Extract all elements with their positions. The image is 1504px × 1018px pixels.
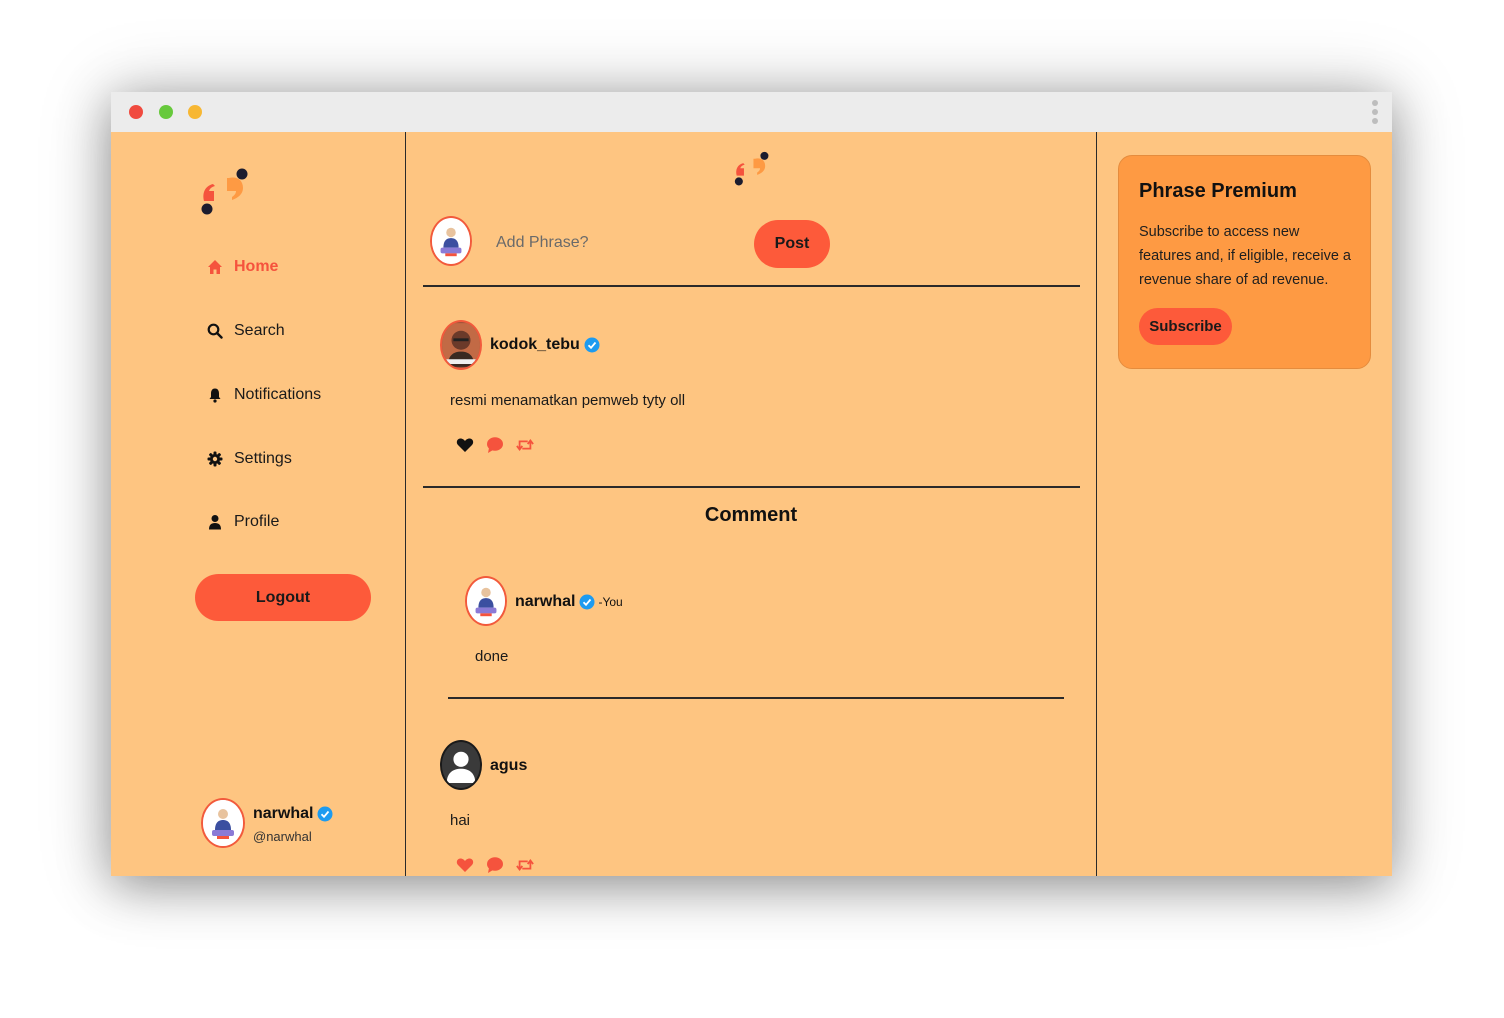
close-window-button[interactable]	[129, 105, 143, 119]
bell-icon	[207, 387, 223, 403]
like-heart-icon[interactable]	[456, 856, 474, 874]
post-text: resmi menamatkan pemweb tyty oll	[450, 392, 686, 409]
compose-avatar	[430, 216, 472, 266]
comment-bubble-icon[interactable]	[486, 856, 504, 874]
user-icon	[207, 514, 223, 530]
add-phrase-input[interactable]	[494, 220, 738, 266]
nav-home-label: Home	[234, 258, 279, 275]
comment-text: done	[475, 648, 509, 665]
you-tag: -You	[598, 595, 623, 609]
post-author-avatar[interactable]	[440, 320, 482, 370]
post-author-name[interactable]: kodok_tebu	[490, 336, 600, 354]
premium-description: Subscribe to access new features and, if…	[1139, 224, 1351, 288]
comment-text: hai	[450, 812, 471, 829]
post-actions	[456, 436, 546, 454]
divider	[423, 285, 1080, 287]
maximize-window-button[interactable]	[159, 105, 173, 119]
premium-card: Phrase Premium Subscribe to access new f…	[1118, 155, 1371, 369]
verified-badge-icon	[317, 806, 333, 822]
current-user-name[interactable]: narwhal	[253, 805, 333, 823]
nav-notifications[interactable]: Notifications	[207, 386, 321, 404]
comment-author-name[interactable]: agus	[490, 757, 527, 775]
nav-notifications-label: Notifications	[234, 386, 322, 403]
comment-author-name[interactable]: narwhal -You	[515, 593, 623, 611]
current-user-avatar[interactable]	[201, 798, 245, 848]
phrase-logo-icon[interactable]	[733, 150, 771, 188]
post-author-name-text: kodok_tebu	[490, 336, 580, 353]
comment-author-name-text: narwhal	[515, 593, 576, 610]
nav-settings-label: Settings	[234, 450, 292, 467]
verified-badge-icon	[579, 594, 595, 610]
right-panel: Phrase Premium Subscribe to access new f…	[1097, 132, 1392, 876]
main-feed: Post kodok_tebu resmi menamatkan pemweb …	[406, 132, 1097, 876]
minimize-window-button[interactable]	[188, 105, 202, 119]
retweet-icon[interactable]	[516, 856, 534, 874]
phrase-logo-icon[interactable]	[199, 166, 251, 218]
post-button[interactable]: Post	[754, 220, 830, 268]
comment-author-avatar[interactable]	[440, 740, 482, 790]
sidebar: Home Search Notifications Settings Profi…	[111, 132, 406, 876]
logout-button[interactable]: Logout	[195, 574, 371, 621]
current-user-name-text: narwhal	[253, 805, 314, 822]
comment-heading: Comment	[704, 504, 798, 526]
comment-author-avatar[interactable]	[465, 576, 507, 626]
comment-author-name-text: agus	[490, 757, 528, 774]
home-icon	[207, 259, 223, 275]
divider	[423, 486, 1080, 488]
window-titlebar	[111, 92, 1392, 132]
subscribe-button[interactable]: Subscribe	[1139, 308, 1232, 345]
browser-window: Home Search Notifications Settings Profi…	[111, 92, 1392, 876]
divider	[448, 697, 1064, 699]
retweet-icon[interactable]	[516, 436, 534, 454]
nav-home[interactable]: Home	[207, 258, 278, 276]
nav-profile[interactable]: Profile	[207, 513, 279, 531]
current-user-handle: @narwhal	[253, 829, 312, 844]
nav-search-label: Search	[234, 322, 285, 339]
verified-badge-icon	[584, 337, 600, 353]
kebab-menu-icon[interactable]	[1372, 100, 1378, 124]
search-icon	[207, 323, 223, 339]
nav-profile-label: Profile	[234, 513, 280, 530]
comment-actions	[456, 856, 546, 874]
gear-icon	[207, 451, 223, 467]
nav-settings[interactable]: Settings	[207, 450, 292, 468]
comment-bubble-icon[interactable]	[486, 436, 504, 454]
like-heart-icon[interactable]	[456, 436, 474, 454]
premium-title: Phrase Premium	[1139, 180, 1297, 202]
nav-search[interactable]: Search	[207, 322, 285, 340]
